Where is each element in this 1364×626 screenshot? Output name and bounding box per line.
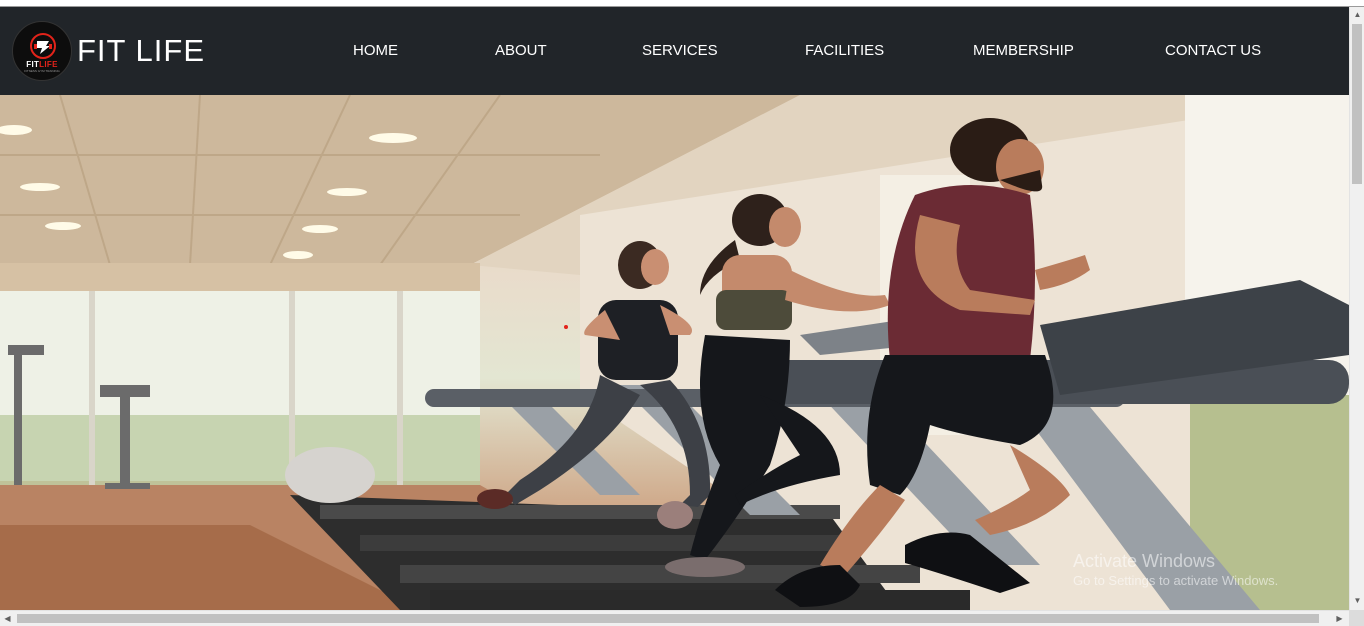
watermark-title: Activate Windows bbox=[1073, 551, 1216, 571]
arrow-down-icon[interactable]: ▼ bbox=[1350, 595, 1364, 607]
nav-about[interactable]: ABOUT bbox=[495, 40, 547, 62]
dumbbell-shield-icon bbox=[30, 33, 56, 59]
logo-tagline: FITNESS GYM TRAINING bbox=[24, 69, 60, 73]
vertical-scrollbar[interactable]: ▲ ▼ bbox=[1349, 7, 1364, 610]
hero-image: Activate Windows Go to Settings to activ… bbox=[0, 95, 1349, 610]
nav-services[interactable]: SERVICES bbox=[642, 40, 718, 62]
scrollbar-corner bbox=[1349, 610, 1364, 626]
activate-windows-watermark: Activate Windows Go to Settings to activ… bbox=[1073, 550, 1278, 590]
nav-contact-us[interactable]: CONTACT US bbox=[1165, 40, 1261, 62]
logo-text-fit: FIT bbox=[26, 60, 40, 69]
logo-text-life: LIFE bbox=[39, 60, 58, 69]
browser-top-border bbox=[0, 0, 1364, 7]
logo-text: FITLIFE bbox=[13, 60, 71, 69]
horizontal-scrollbar[interactable]: ◀ ▶ bbox=[0, 610, 1349, 626]
arrow-up-icon[interactable]: ▲ bbox=[1350, 9, 1364, 21]
watermark-subtitle: Go to Settings to activate Windows. bbox=[1073, 573, 1279, 588]
gym-scene-illustration bbox=[0, 95, 1349, 610]
brand-name[interactable]: FIT LIFE bbox=[77, 32, 205, 70]
nav-home[interactable]: HOME bbox=[353, 40, 398, 62]
horizontal-scroll-thumb[interactable] bbox=[17, 614, 1319, 623]
logo[interactable]: FITLIFE FITNESS GYM TRAINING bbox=[12, 21, 72, 81]
vertical-scroll-thumb[interactable] bbox=[1352, 24, 1362, 184]
navbar: FITLIFE FITNESS GYM TRAINING FIT LIFE HO… bbox=[0, 7, 1349, 95]
arrow-left-icon[interactable]: ◀ bbox=[0, 613, 15, 625]
nav-facilities[interactable]: FACILITIES bbox=[805, 40, 884, 62]
arrow-right-icon[interactable]: ▶ bbox=[1332, 613, 1347, 625]
nav-membership[interactable]: MEMBERSHIP bbox=[973, 40, 1074, 62]
